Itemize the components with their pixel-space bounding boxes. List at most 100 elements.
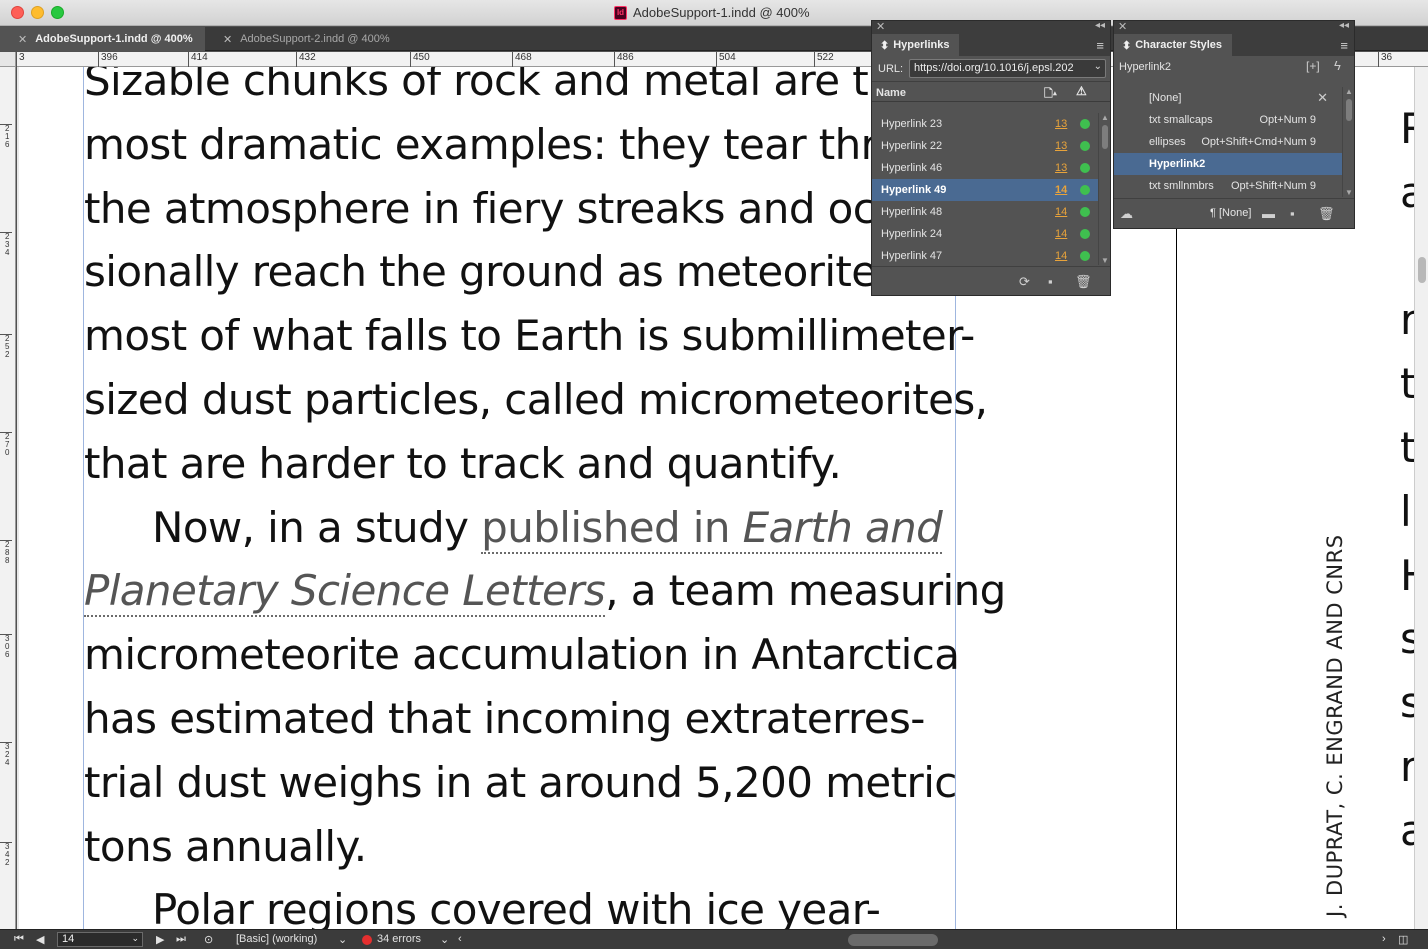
page-link[interactable]: 13 [1055,118,1067,130]
scrollbar-thumb[interactable] [1102,125,1108,149]
hyperlink-row[interactable]: Hyperlink 22 13 [872,135,1098,157]
url-input[interactable]: https://doi.org/10.1016/j.epsl.202 ⌄ [909,59,1106,78]
maximize-window-button[interactable] [51,6,64,19]
scroll-down-icon[interactable]: ▼ [1101,256,1109,265]
page-link[interactable]: 14 [1055,206,1067,218]
chevron-down-icon[interactable]: ⌄ [440,933,449,946]
style-row[interactable]: txt smallcaps Opt+Num 9 [1114,109,1342,131]
scroll-up-icon[interactable]: ▲ [1101,113,1109,122]
chevron-down-icon[interactable]: ⌄ [131,933,139,944]
ruler-label: 504 [716,52,736,67]
minimize-window-button[interactable] [31,6,44,19]
preflight-panel-icon[interactable]: ⊙ [204,933,213,946]
scrollbar-thumb[interactable] [1418,257,1426,283]
page-number-field[interactable]: 14 ⌄ [57,932,143,947]
tab-character-styles[interactable]: ⬍ Character Styles [1114,34,1233,56]
chevron-down-icon[interactable]: ⌄ [1094,61,1102,72]
list-scrollbar[interactable]: ▲ ▼ [1098,113,1110,265]
column-name-header[interactable]: Name [876,87,906,99]
hyperlink-name: Hyperlink 48 [881,206,943,218]
vertical-scrollbar[interactable] [1414,67,1428,929]
scroll-up-icon[interactable]: ▲ [1345,87,1353,96]
photo-credit[interactable]: J. DUPRAT, C. ENGRAND AND CNRS [1323,534,1347,917]
vertical-ruler[interactable]: 216 234 252 270 288 306 324 342 [0,52,16,929]
hyperlink-row[interactable]: Hyperlink 24 14 [872,223,1098,245]
scroll-right-icon[interactable]: › [1382,933,1386,945]
hyperlink-row[interactable]: Hyperlink 48 14 [872,201,1098,223]
page-link[interactable]: 13 [1055,162,1067,174]
style-name: [None] [1149,92,1182,104]
new-style-icon[interactable]: ▪ [1290,206,1295,221]
ruler-label: 36 [1378,52,1392,67]
hyperlink-row[interactable]: Hyperlink 23 13 [872,113,1098,135]
hyperlink-row[interactable]: Hyperlink 47 14 [872,245,1098,267]
story-text-frame[interactable]: Sizable chunks of rock and metal are the… [84,67,1006,929]
hyperlink-row[interactable]: Hyperlink 46 13 [872,157,1098,179]
close-tab-icon[interactable]: ✕ [223,33,232,46]
status-ok-icon [1080,163,1090,173]
previous-page-icon[interactable]: ◀ [36,933,44,946]
window-title-text: AdobeSupport-1.indd @ 400% [633,5,810,20]
paragraph-style-indicator[interactable]: ¶ [None] [1210,207,1251,219]
panel-title-strip: ✕ ◂◂ [872,20,1110,34]
page-link[interactable]: 14 [1055,250,1067,262]
quick-apply-icon[interactable]: ϟ [1334,58,1341,73]
text-line: Now, in a study published in Earth and [84,496,964,560]
collapse-panel-icon[interactable]: ◂◂ [1339,20,1349,31]
horizontal-scrollbar-thumb[interactable] [848,934,938,946]
style-row[interactable]: ellipses Opt+Shift+Cmd+Num 9 [1114,131,1342,153]
tab-hyperlinks[interactable]: ⬍ Hyperlinks [872,34,960,56]
trash-icon[interactable]: 🗑 [1075,274,1092,290]
update-hyperlink-icon[interactable]: ⟳ [1019,274,1030,290]
next-page-icon[interactable]: ▶ [156,933,164,946]
trash-icon[interactable]: 🗑 [1318,206,1335,222]
collapse-panel-icon[interactable]: ◂◂ [1095,20,1105,31]
style-row[interactable]: txt smllnmbrs Opt+Shift+Num 9 [1114,175,1342,197]
window-title: Id AdobeSupport-1.indd @ 400% [614,5,810,20]
page-link[interactable]: 14 [1055,184,1067,196]
ruler-label: 3 [16,52,25,67]
cloud-library-icon[interactable]: ☁ [1120,206,1133,222]
list-scrollbar[interactable]: ▲ ▼ [1342,87,1354,197]
character-styles-panel: ✕ ◂◂ ⬍ Character Styles ≡ Hyperlink2 [+]… [1113,20,1355,229]
panel-menu-icon[interactable]: ≡ [1340,38,1348,53]
warning-column-icon[interactable]: ⚠ [1076,84,1087,98]
hyperlink-source[interactable]: Planetary Science Letters [84,566,606,618]
ruler-label: 234 [0,232,12,257]
page-column-icon[interactable]: 🗋▴ [1044,85,1057,104]
preflight-profile[interactable]: [Basic] (working) [236,933,317,945]
current-style-row: Hyperlink2 [+] ϟ [1114,56,1354,78]
page-link[interactable]: 13 [1055,140,1067,152]
first-page-icon[interactable]: ⏮ [14,933,24,946]
hyperlink-source[interactable]: published in Earth and [481,502,943,554]
panel-menu-icon[interactable]: ≡ [1096,38,1104,53]
last-page-icon[interactable]: ⏭ [176,933,186,946]
text-line: micrometeorite accumulation in Antarctic… [84,630,960,680]
close-window-button[interactable] [11,6,24,19]
tab-adobesupport-2[interactable]: ✕ AdobeSupport-2.indd @ 400% [205,27,405,51]
split-layout-icon[interactable]: ◫ [1398,933,1408,946]
folder-icon[interactable]: ▬ [1262,206,1275,221]
hyperlink-name: Hyperlink 46 [881,162,943,174]
close-tab-icon[interactable]: ✕ [18,33,27,46]
scrollbar-thumb[interactable] [1346,99,1352,121]
scroll-down-icon[interactable]: ▼ [1345,188,1353,197]
page-number: 14 [62,933,75,945]
page-link[interactable]: 14 [1055,228,1067,240]
tab-adobesupport-1[interactable]: ✕ AdobeSupport-1.indd @ 400% [0,27,205,51]
panel-title: Hyperlinks [893,39,950,51]
style-row-selected[interactable]: Hyperlink2 [1114,153,1342,175]
status-ok-icon [1080,141,1090,151]
style-row[interactable]: [None] ✕ [1114,87,1342,109]
scroll-left-icon[interactable]: ‹ [458,933,462,945]
error-count[interactable]: 34 errors [377,933,421,945]
close-panel-icon[interactable]: ✕ [1118,20,1127,33]
close-panel-icon[interactable]: ✕ [876,20,885,33]
create-style-group-icon[interactable]: [+] [1306,59,1320,73]
ruler-origin[interactable] [0,52,16,67]
style-name: txt smallcaps [1149,114,1213,126]
chevron-down-icon[interactable]: ⌄ [338,933,347,946]
text-line: the atmosphere in fiery streaks and occa… [84,183,938,233]
new-hyperlink-icon[interactable]: ▪ [1048,274,1053,289]
hyperlink-row-selected[interactable]: Hyperlink 49 14 [872,179,1098,201]
